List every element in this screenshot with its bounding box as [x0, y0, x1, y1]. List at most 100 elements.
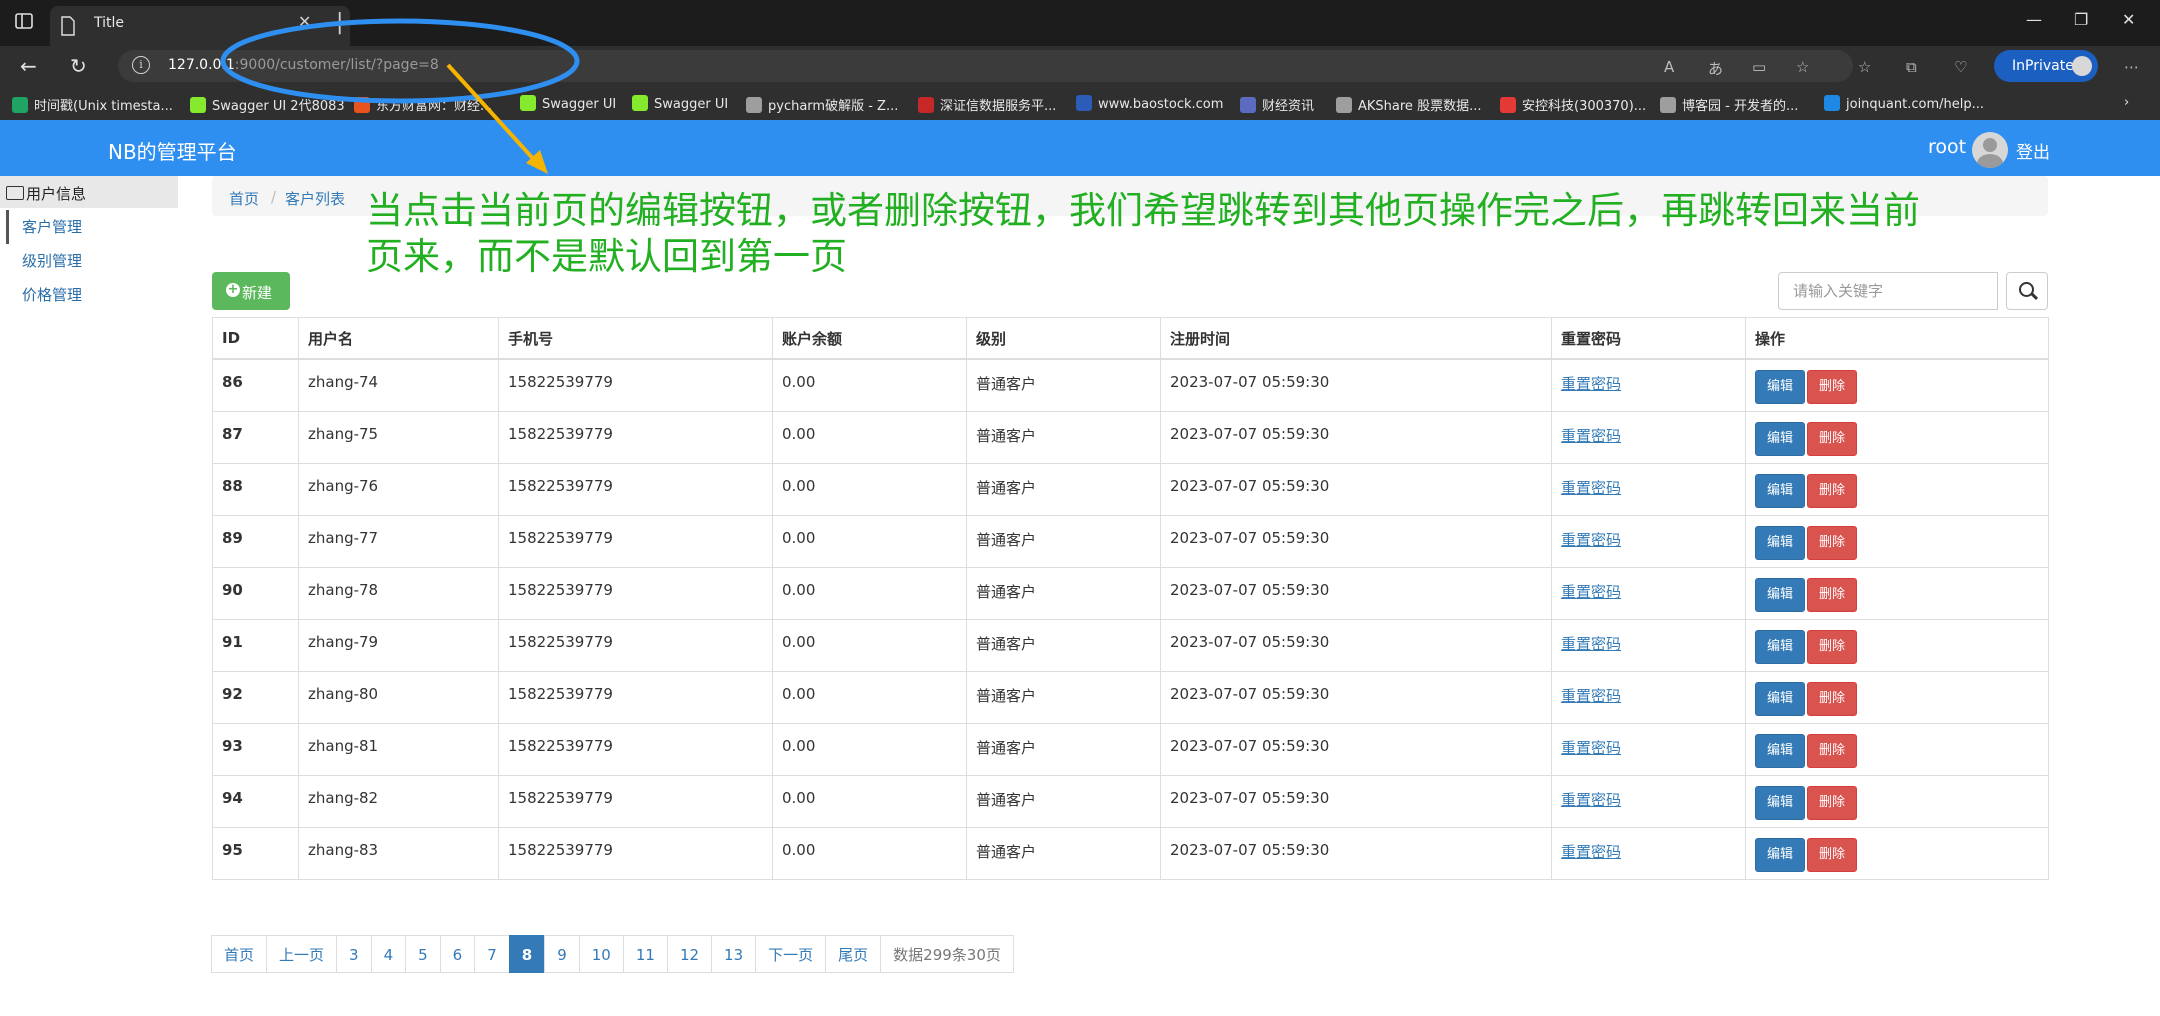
page-link[interactable]: 9	[544, 935, 580, 973]
delete-button[interactable]: 删除	[1807, 525, 1858, 560]
table-header-row: ID 用户名 手机号 账户余额 级别 注册时间 重置密码 操作	[212, 317, 2049, 360]
cell-username: zhang-74	[298, 358, 499, 412]
page-link[interactable]: 3	[336, 935, 372, 973]
cell-created: 2023-07-07 05:59:30	[1160, 358, 1552, 412]
reset-password-link[interactable]: 重置密码	[1561, 739, 1621, 757]
cell-username: zhang-78	[298, 566, 499, 620]
cell-phone: 15822539779	[498, 618, 773, 672]
cell-created: 2023-07-07 05:59:30	[1160, 826, 1552, 880]
cell-username: zhang-81	[298, 722, 499, 776]
annotation-arrow	[446, 63, 540, 166]
cell-username: zhang-83	[298, 826, 499, 880]
page-link[interactable]: 首页	[211, 935, 268, 973]
search-input[interactable]	[1778, 272, 1998, 310]
delete-button[interactable]: 删除	[1807, 837, 1858, 872]
cell-balance: 0.00	[772, 618, 967, 672]
cell-phone: 15822539779	[498, 774, 773, 828]
edit-button[interactable]: 编辑	[1755, 681, 1806, 716]
cell-level: 普通客户	[966, 566, 1161, 620]
delete-button[interactable]: 删除	[1807, 733, 1858, 768]
cell-reset: 重置密码	[1551, 462, 1746, 516]
cell-reset: 重置密码	[1551, 566, 1746, 620]
table-row: 95 zhang-83 15822539779 0.00 普通客户 2023-07-07 …	[212, 826, 2049, 880]
page-link[interactable]: 下一页	[755, 935, 827, 973]
cell-actions: 编辑 删除	[1745, 618, 2049, 672]
cell-created: 2023-07-07 05:59:30	[1160, 566, 1552, 620]
delete-button[interactable]: 删除	[1807, 473, 1858, 508]
cell-id: 88	[212, 462, 299, 516]
cell-id: 94	[212, 774, 299, 828]
cell-phone: 15822539779	[498, 462, 773, 516]
column-header: 级别	[966, 317, 1161, 360]
page-link[interactable]: 6	[439, 935, 476, 973]
edit-button[interactable]: 编辑	[1755, 370, 1806, 404]
delete-button[interactable]: 删除	[1807, 577, 1858, 612]
page-link[interactable]: 13	[711, 935, 757, 973]
reset-password-link[interactable]: 重置密码	[1561, 843, 1621, 861]
cell-level: 普通客户	[966, 358, 1161, 412]
cell-actions: 编辑 删除	[1745, 670, 2049, 724]
cell-balance: 0.00	[772, 462, 967, 516]
delete-button[interactable]: 删除	[1807, 370, 1858, 404]
page-link-active[interactable]: 8	[508, 935, 546, 973]
page-link[interactable]: 5	[405, 935, 441, 973]
page-link[interactable]: 上一页	[266, 935, 338, 973]
reset-password-link[interactable]: 重置密码	[1561, 583, 1621, 601]
url-highlight-ellipse	[220, 18, 580, 104]
edit-button[interactable]: 编辑	[1755, 733, 1806, 768]
table-row: 88 zhang-76 15822539779 0.00 普通客户 2023-07-07 …	[212, 462, 2049, 516]
delete-button[interactable]: 删除	[1807, 421, 1858, 456]
reset-password-link[interactable]: 重置密码	[1561, 375, 1621, 393]
cell-id: 87	[212, 410, 299, 464]
edit-button[interactable]: 编辑	[1755, 577, 1806, 612]
cell-actions: 编辑 删除	[1745, 514, 2049, 568]
cell-actions: 编辑 删除	[1745, 462, 2049, 516]
edit-button[interactable]: 编辑	[1755, 629, 1806, 664]
cell-phone: 15822539779	[498, 358, 773, 412]
edit-button[interactable]: 编辑	[1755, 837, 1806, 872]
search-button[interactable]	[2006, 272, 2048, 310]
reset-password-link[interactable]: 重置密码	[1561, 427, 1621, 445]
page-link[interactable]: 11	[622, 935, 668, 973]
reset-password-link[interactable]: 重置密码	[1561, 635, 1621, 653]
delete-button[interactable]: 删除	[1807, 629, 1858, 664]
cell-phone: 15822539779	[498, 410, 773, 464]
search-icon-handle	[2030, 292, 2039, 301]
cell-id: 89	[212, 514, 299, 568]
reset-password-link[interactable]: 重置密码	[1561, 687, 1621, 705]
new-customer-button[interactable]: + 新建	[212, 272, 290, 310]
delete-button[interactable]: 删除	[1807, 785, 1858, 820]
cell-phone: 15822539779	[498, 670, 773, 724]
cell-phone: 15822539779	[498, 566, 773, 620]
cell-balance: 0.00	[772, 670, 967, 724]
cell-balance: 0.00	[772, 826, 967, 880]
page-link[interactable]: 4	[370, 935, 407, 973]
edit-button[interactable]: 编辑	[1755, 785, 1806, 820]
cell-actions: 编辑 删除	[1745, 826, 2049, 880]
delete-button[interactable]: 删除	[1807, 681, 1858, 716]
edit-button[interactable]: 编辑	[1755, 525, 1806, 560]
reset-password-link[interactable]: 重置密码	[1561, 791, 1621, 809]
cell-balance: 0.00	[772, 514, 967, 568]
cell-actions: 编辑 删除	[1745, 722, 2049, 776]
edit-button[interactable]: 编辑	[1755, 421, 1806, 456]
reset-password-link[interactable]: 重置密码	[1561, 479, 1621, 497]
cell-created: 2023-07-07 05:59:30	[1160, 514, 1552, 568]
cell-created: 2023-07-07 05:59:30	[1160, 774, 1552, 828]
cell-id: 90	[212, 566, 299, 620]
page-link[interactable]: 尾页	[825, 935, 882, 973]
cell-actions: 编辑 删除	[1745, 358, 2049, 412]
cell-username: zhang-77	[298, 514, 499, 568]
cell-level: 普通客户	[966, 514, 1161, 568]
cell-id: 95	[212, 826, 299, 880]
page-link[interactable]: 12	[666, 935, 713, 973]
cell-created: 2023-07-07 05:59:30	[1160, 722, 1552, 776]
page-link[interactable]: 10	[578, 935, 624, 973]
page-link[interactable]: 7	[474, 935, 510, 973]
cell-created: 2023-07-07 05:59:30	[1160, 618, 1552, 672]
column-header: 重置密码	[1551, 317, 1746, 360]
cell-username: zhang-75	[298, 410, 499, 464]
reset-password-link[interactable]: 重置密码	[1561, 531, 1621, 549]
table-row: 90 zhang-78 15822539779 0.00 普通客户 2023-07-07 …	[212, 566, 2049, 620]
edit-button[interactable]: 编辑	[1755, 473, 1806, 508]
